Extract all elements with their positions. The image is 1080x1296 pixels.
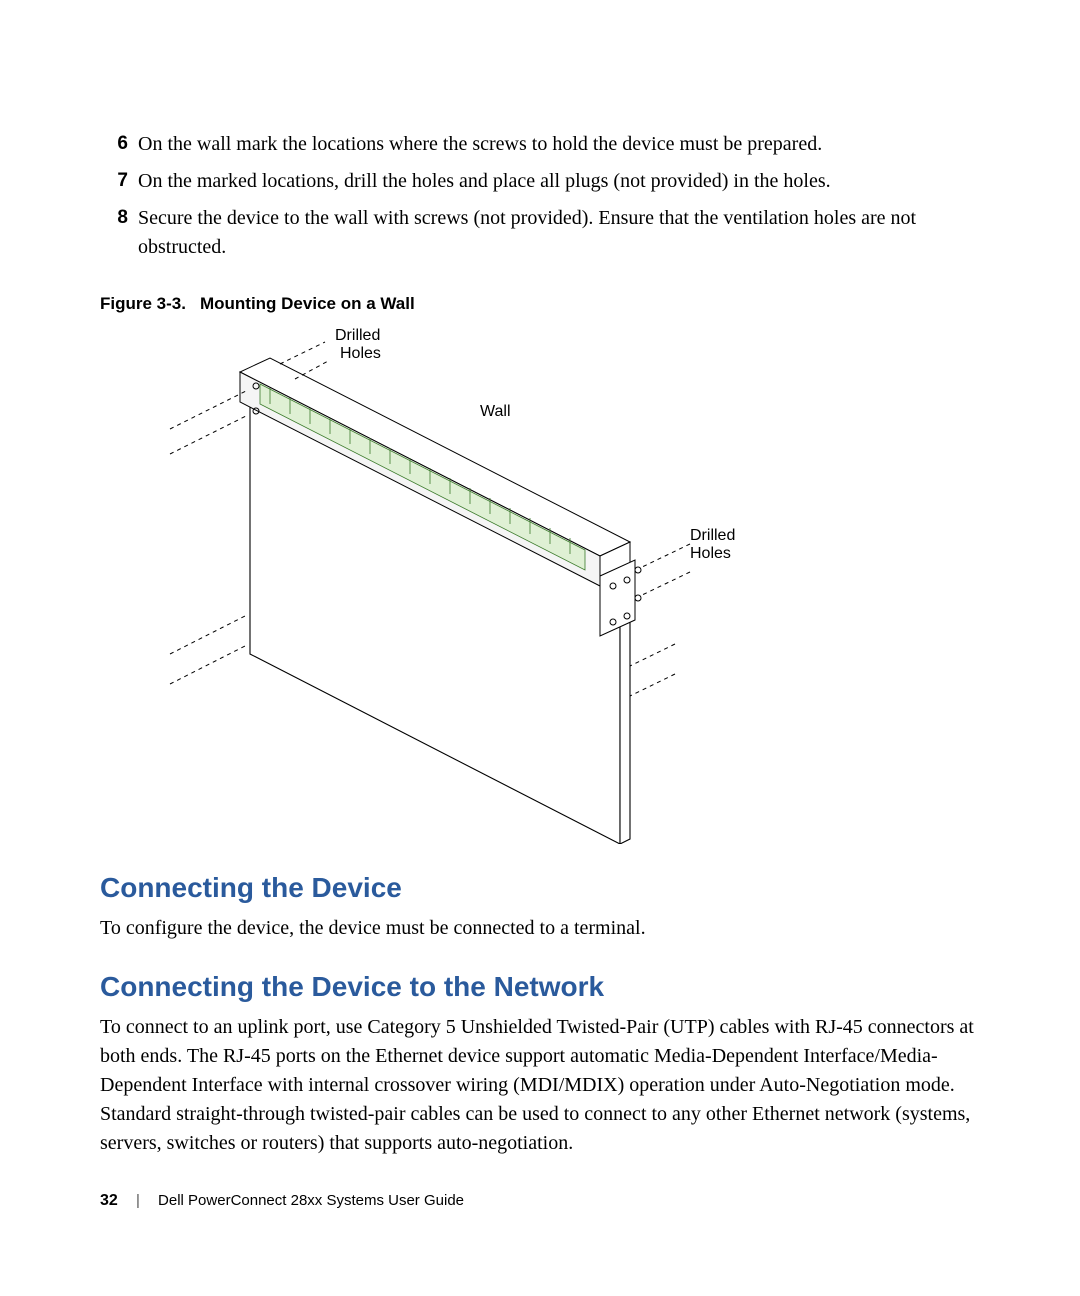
page-footer: 32 | Dell PowerConnect 28xx Systems User… [100,1192,464,1210]
step-text: On the marked locations, drill the holes… [138,170,831,192]
step-item: 6 On the wall mark the locations where t… [100,130,980,159]
figure-illustration: Drilled Holes Wall Drilled Holes [130,324,770,844]
step-number: 8 [100,204,128,232]
step-number: 6 [100,130,128,158]
heading-connecting-device: Connecting the Device [100,872,980,904]
heading-connecting-network: Connecting the Device to the Network [100,971,980,1003]
figure-number: Figure 3-3. [100,294,186,313]
step-number: 7 [100,167,128,195]
step-text: Secure the device to the wall with screw… [138,207,916,258]
step-item: 7 On the marked locations, drill the hol… [100,167,980,196]
figure-label-drilled-right-1: Drilled [690,527,735,544]
footer-doc-title: Dell PowerConnect 28xx Systems User Guid… [158,1192,464,1209]
figure-label-drilled-top-1: Drilled [335,327,380,344]
figure-title: Mounting Device on a Wall [200,294,415,313]
figure-label-drilled-top-2: Holes [340,345,381,362]
figure-label-drilled-right-2: Holes [690,545,731,562]
body-connecting-device: To configure the device, the device must… [100,914,980,943]
body-connecting-network: To connect to an uplink port, use Catego… [100,1013,980,1158]
step-item: 8 Secure the device to the wall with scr… [100,204,980,262]
figure-label-wall: Wall [480,403,511,420]
step-list: 6 On the wall mark the locations where t… [100,130,980,262]
figure-caption: Figure 3-3. Mounting Device on a Wall [100,294,980,314]
step-text: On the wall mark the locations where the… [138,133,822,155]
footer-separator: | [136,1192,140,1209]
page-number: 32 [100,1192,118,1209]
